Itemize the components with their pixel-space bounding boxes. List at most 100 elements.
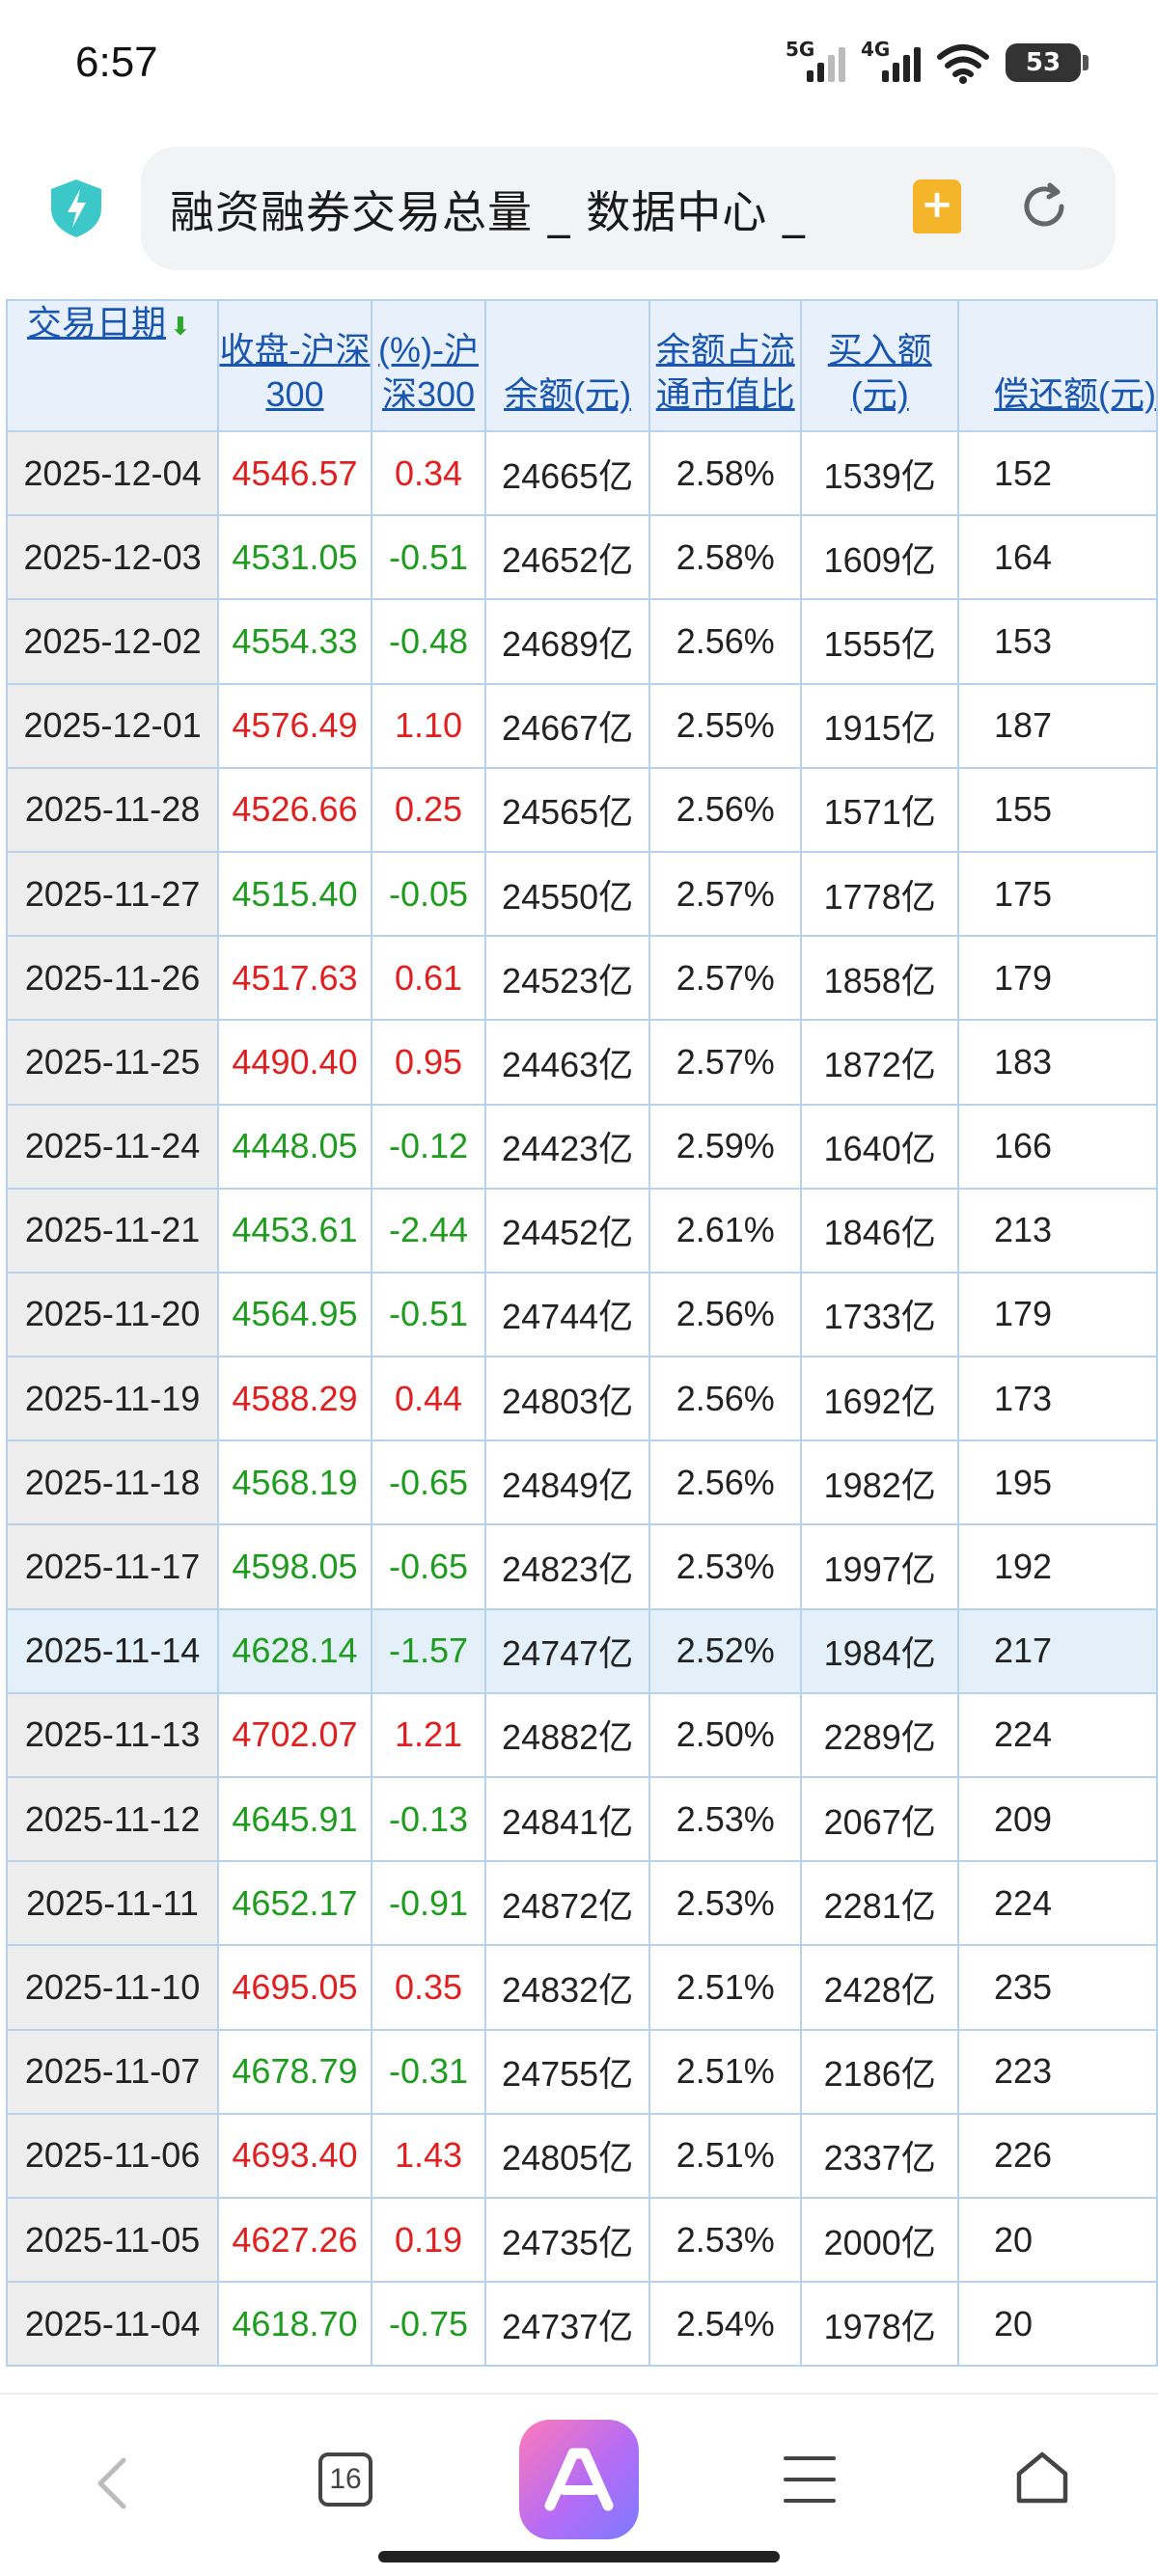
table-row[interactable]: 2025-11-17 4598.05 -0.65 24823亿 2.53% 1997亿 19… xyxy=(5,1523,1158,1610)
cell-change: -0.75 xyxy=(370,2281,487,2368)
cell-close: 4627.26 xyxy=(217,2196,372,2284)
security-shield-icon[interactable] xyxy=(48,178,104,239)
table-row[interactable]: 2025-11-21 4453.61 -2.44 24452亿 2.61% 1846亿 21… xyxy=(5,1187,1158,1274)
cell-balance: 24841亿 xyxy=(484,1775,651,1863)
header-repay-amount[interactable]: 偿还额(元) xyxy=(956,299,1158,432)
cell-date: 2025-11-12 xyxy=(5,1775,220,1863)
cell-ratio: 2.55% xyxy=(648,682,803,769)
bottom-navigation: 16 xyxy=(0,2393,1158,2576)
table-row[interactable]: 2025-11-07 4678.79 -0.31 24755亿 2.51% 2186亿 22… xyxy=(5,2028,1158,2115)
cell-change: 0.19 xyxy=(370,2196,487,2284)
table-row[interactable]: 2025-12-03 4531.05 -0.51 24652亿 2.58% 1609亿 16… xyxy=(5,514,1158,601)
cell-balance: 24667亿 xyxy=(484,682,651,769)
cell-date: 2025-11-04 xyxy=(5,2281,220,2368)
home-icon[interactable] xyxy=(1013,2449,1071,2507)
cell-change: -2.44 xyxy=(370,1187,487,1274)
cell-repay: 223 xyxy=(956,2028,1158,2115)
header-buy-amount[interactable]: 买入额(元) xyxy=(800,299,959,432)
header-balance-ratio[interactable]: 余额占流通市值比 xyxy=(648,299,803,432)
cell-buy: 1571亿 xyxy=(800,766,959,853)
cell-date: 2025-11-14 xyxy=(5,1607,220,1694)
cell-date: 2025-11-25 xyxy=(5,1019,220,1106)
address-bar[interactable]: 融资融券交易总量 _ 数据中心 _ xyxy=(141,147,1116,270)
table-row[interactable]: 2025-11-10 4695.05 0.35 24832亿 2.51% 2428亿 235 xyxy=(5,1944,1158,2031)
cell-ratio: 2.53% xyxy=(648,2196,803,2284)
cell-close: 4618.70 xyxy=(217,2281,372,2368)
header-close-hs300[interactable]: 收盘-沪深300 xyxy=(217,299,372,432)
table-row[interactable]: 2025-12-04 4546.57 0.34 24665亿 2.58% 1539亿 152 xyxy=(5,429,1158,517)
cell-change: -0.91 xyxy=(370,1860,487,1947)
cell-ratio: 2.51% xyxy=(648,2028,803,2115)
cell-close: 4515.40 xyxy=(217,850,372,938)
cell-close: 4490.40 xyxy=(217,1019,372,1106)
table-row[interactable]: 2025-11-20 4564.95 -0.51 24744亿 2.56% 1733亿 17… xyxy=(5,1271,1158,1358)
table-row[interactable]: 2025-11-12 4645.91 -0.13 24841亿 2.53% 2067亿 20… xyxy=(5,1775,1158,1863)
table-row[interactable]: 2025-11-25 4490.40 0.95 24463亿 2.57% 1872亿 183 xyxy=(5,1019,1158,1106)
table-row[interactable]: 2025-11-14 4628.14 -1.57 24747亿 2.52% 1984亿 21… xyxy=(5,1607,1158,1694)
cell-ratio: 2.53% xyxy=(648,1523,803,1610)
cell-close: 4695.05 xyxy=(217,1944,372,2031)
ai-assistant-button[interactable] xyxy=(519,2420,639,2539)
cell-close: 4448.05 xyxy=(217,1103,372,1190)
bookmark-add-icon[interactable] xyxy=(913,179,961,233)
table-row[interactable]: 2025-12-01 4576.49 1.10 24667亿 2.55% 1915亿 187 xyxy=(5,682,1158,769)
table-row[interactable]: 2025-11-26 4517.63 0.61 24523亿 2.57% 1858亿 179 xyxy=(5,935,1158,1022)
header-trade-date[interactable]: 交易日期 ⬇ xyxy=(5,299,220,432)
table-row[interactable]: 2025-11-05 4627.26 0.19 24735亿 2.53% 2000亿 20 xyxy=(5,2196,1158,2284)
table-row[interactable]: 2025-11-28 4526.66 0.25 24565亿 2.56% 1571亿 155 xyxy=(5,766,1158,853)
cell-repay: 217 xyxy=(956,1607,1158,1694)
cell-close: 4652.17 xyxy=(217,1860,372,1947)
cell-close: 4517.63 xyxy=(217,935,372,1022)
cell-date: 2025-11-10 xyxy=(5,1944,220,2031)
cell-repay: 209 xyxy=(956,1775,1158,1863)
table-row[interactable]: 2025-11-04 4618.70 -0.75 24737亿 2.54% 1978亿 20 xyxy=(5,2281,1158,2368)
cell-buy: 1555亿 xyxy=(800,598,959,685)
cell-balance: 24832亿 xyxy=(484,1944,651,2031)
cell-date: 2025-11-13 xyxy=(5,1691,220,1779)
cell-buy: 1640亿 xyxy=(800,1103,959,1190)
cell-repay: 173 xyxy=(956,1356,1158,1442)
cell-close: 4576.49 xyxy=(217,682,372,769)
cell-ratio: 2.59% xyxy=(648,1103,803,1190)
table-row[interactable]: 2025-11-13 4702.07 1.21 24882亿 2.50% 2289亿 224 xyxy=(5,1691,1158,1779)
table-row[interactable]: 2025-11-24 4448.05 -0.12 24423亿 2.59% 1640亿 16… xyxy=(5,1103,1158,1190)
signal-5g-icon: 5G xyxy=(786,38,845,84)
cell-repay: 195 xyxy=(956,1439,1158,1526)
cell-close: 4526.66 xyxy=(217,766,372,853)
cell-close: 4678.79 xyxy=(217,2028,372,2115)
margin-trading-table-container[interactable]: 交易日期 ⬇ 收盘-沪深300 (%)-沪深300 余额(元) 余额占流通市值比 … xyxy=(0,299,1158,2393)
cell-date: 2025-12-01 xyxy=(5,682,220,769)
header-balance[interactable]: 余额(元) xyxy=(484,299,651,432)
back-arrow-icon[interactable] xyxy=(93,2454,131,2512)
cell-buy: 1984亿 xyxy=(800,1607,959,1694)
home-indicator[interactable] xyxy=(378,2551,780,2562)
menu-icon[interactable] xyxy=(784,2456,836,2503)
cell-repay: 187 xyxy=(956,682,1158,769)
cell-date: 2025-11-28 xyxy=(5,766,220,853)
table-row[interactable]: 2025-11-06 4693.40 1.43 24805亿 2.51% 2337亿 226 xyxy=(5,2112,1158,2199)
cell-date: 2025-11-17 xyxy=(5,1523,220,1610)
cell-close: 4693.40 xyxy=(217,2112,372,2199)
cell-change: 0.35 xyxy=(370,1944,487,2031)
cell-buy: 2289亿 xyxy=(800,1691,959,1779)
table-row[interactable]: 2025-11-27 4515.40 -0.05 24550亿 2.57% 1778亿 17… xyxy=(5,850,1158,938)
cell-balance: 24550亿 xyxy=(484,850,651,938)
cell-buy: 2428亿 xyxy=(800,1944,959,2031)
table-row[interactable]: 2025-11-19 4588.29 0.44 24803亿 2.56% 1692亿 173 xyxy=(5,1356,1158,1442)
table-row[interactable]: 2025-11-18 4568.19 -0.65 24849亿 2.56% 1982亿 19… xyxy=(5,1439,1158,1526)
cell-balance: 24737亿 xyxy=(484,2281,651,2368)
tab-switcher-button[interactable]: 16 xyxy=(318,2453,372,2507)
cell-buy: 2186亿 xyxy=(800,2028,959,2115)
header-change-hs300[interactable]: (%)-沪深300 xyxy=(370,299,487,432)
refresh-icon[interactable] xyxy=(1019,181,1069,232)
cell-balance: 24463亿 xyxy=(484,1019,651,1106)
cell-date: 2025-11-27 xyxy=(5,850,220,938)
cell-close: 4628.14 xyxy=(217,1607,372,1694)
cell-balance: 24747亿 xyxy=(484,1607,651,1694)
cell-date: 2025-11-19 xyxy=(5,1356,220,1442)
table-row[interactable]: 2025-11-11 4652.17 -0.91 24872亿 2.53% 2281亿 22… xyxy=(5,1860,1158,1947)
cell-close: 4568.19 xyxy=(217,1439,372,1526)
cell-ratio: 2.56% xyxy=(648,1356,803,1442)
cell-change: -0.12 xyxy=(370,1103,487,1190)
table-row[interactable]: 2025-12-02 4554.33 -0.48 24689亿 2.56% 1555亿 15… xyxy=(5,598,1158,685)
